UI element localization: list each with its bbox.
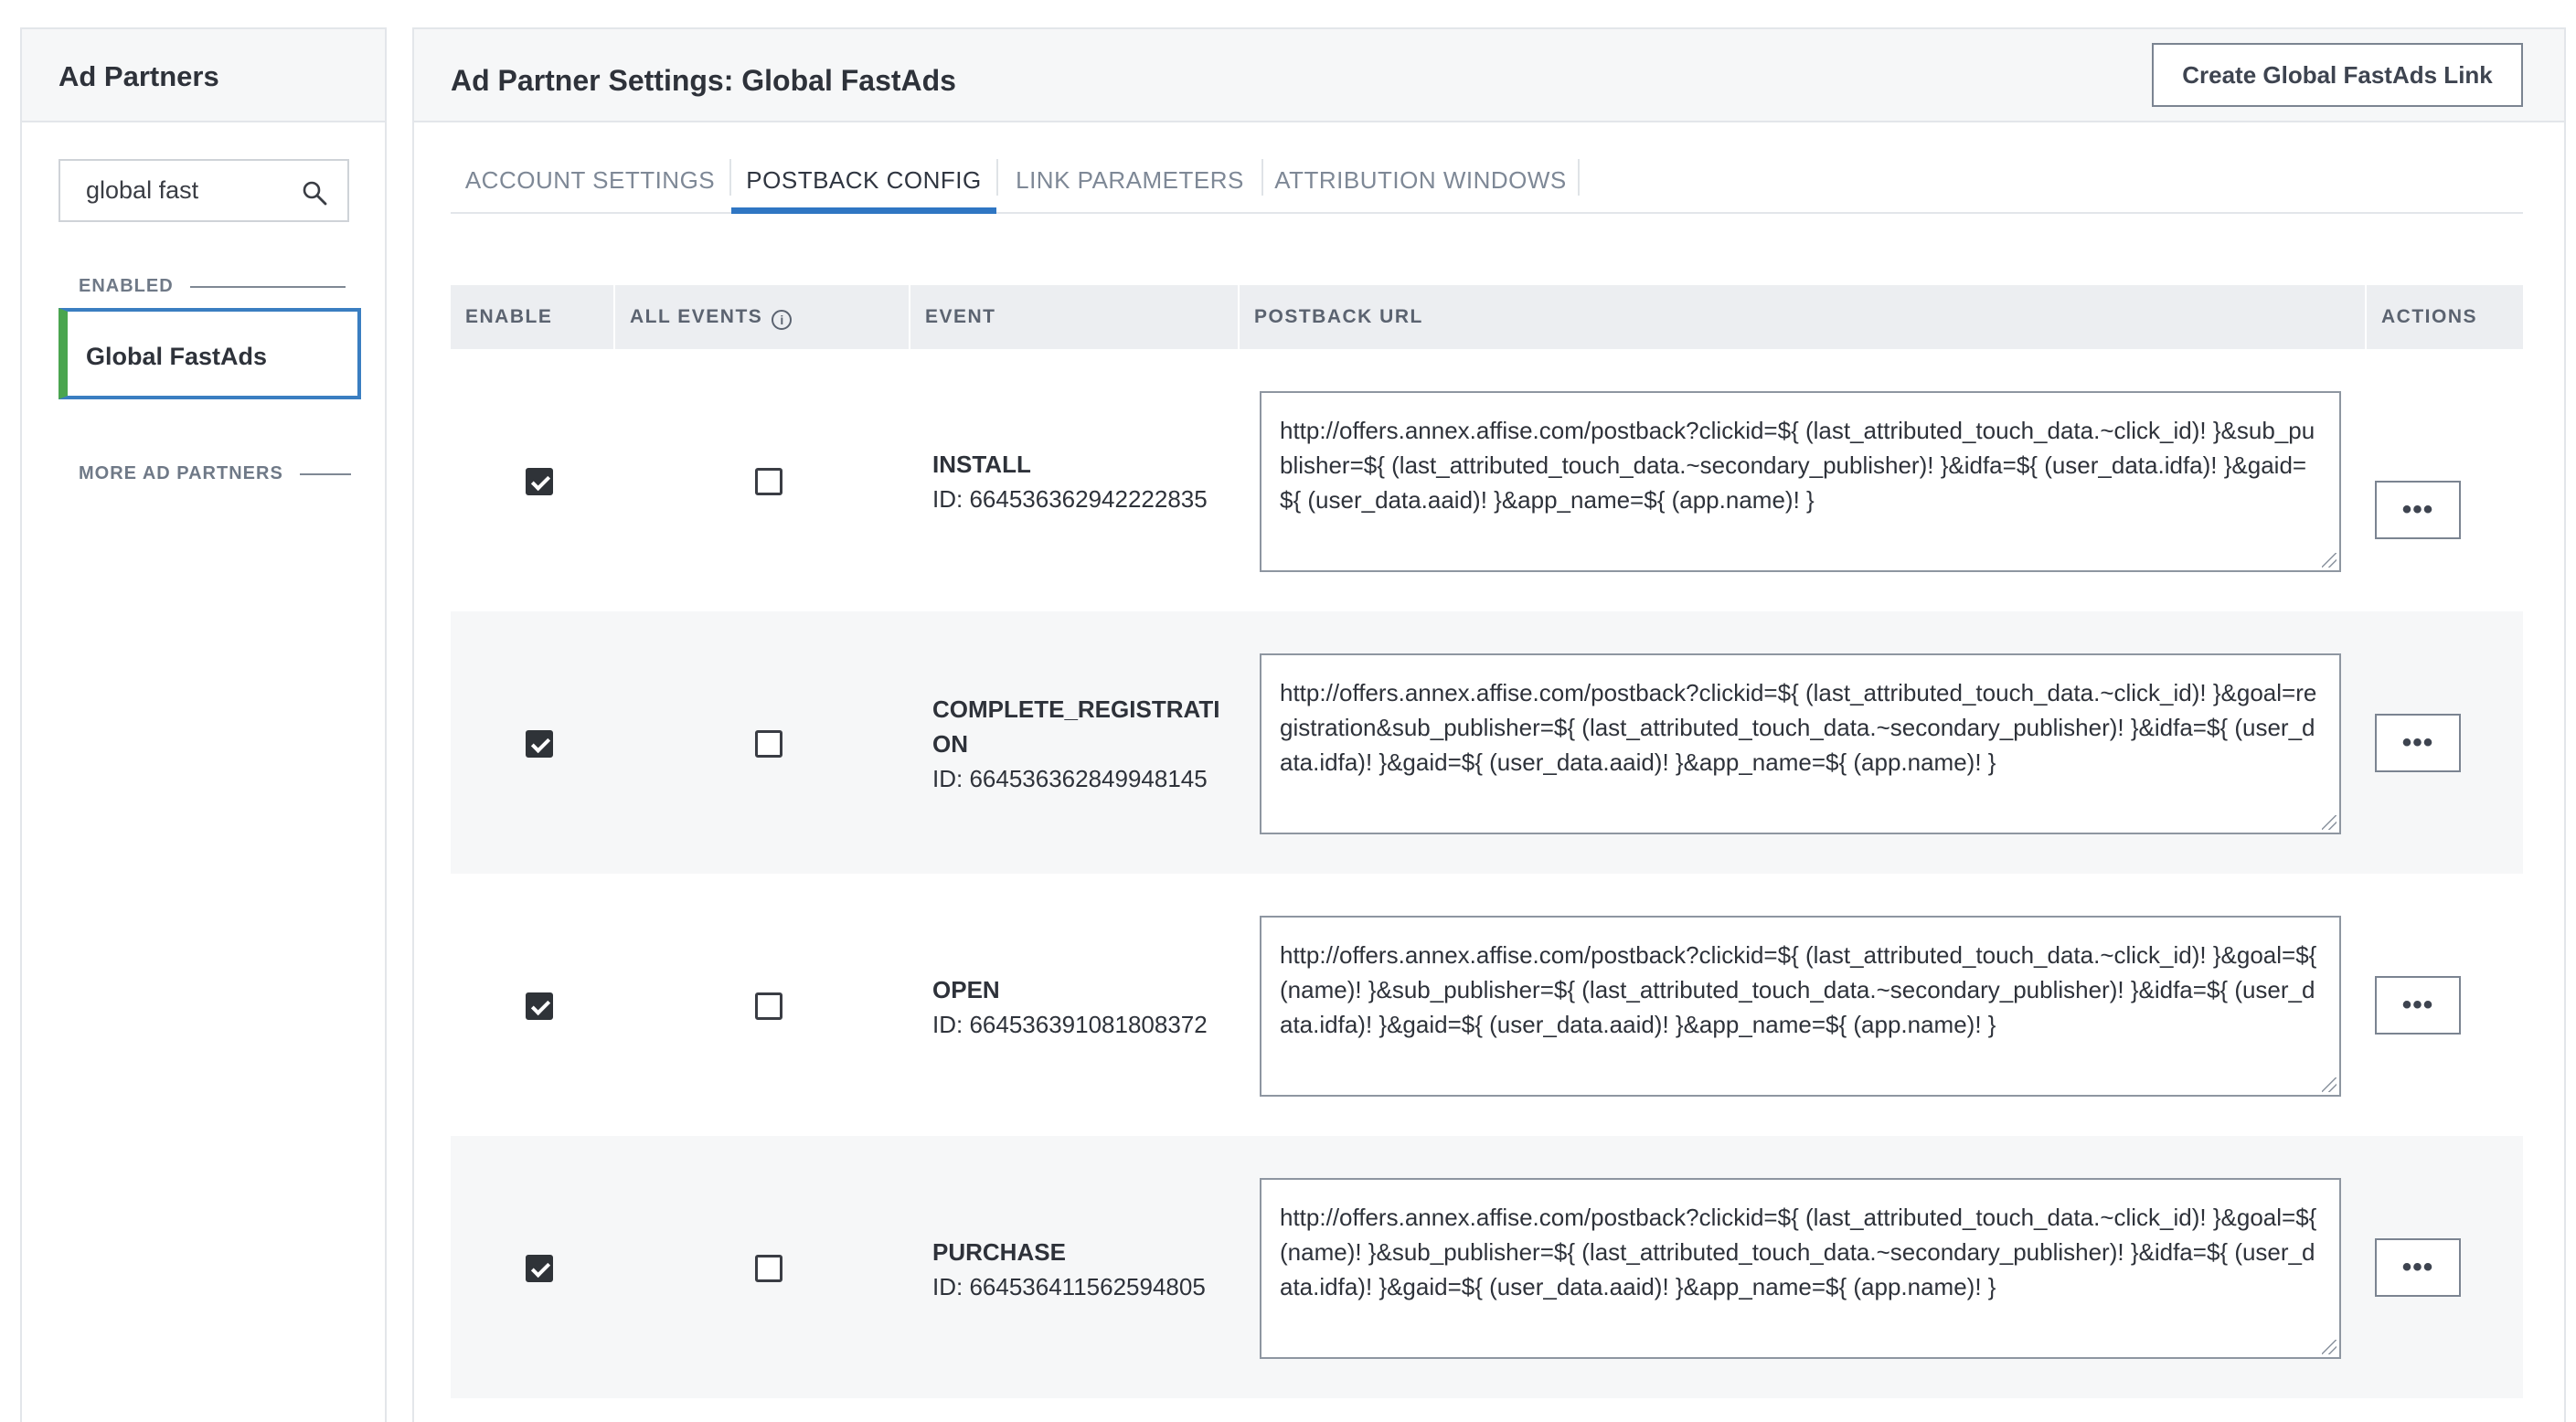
postback-url-field[interactable]: http://offers.annex.affise.com/postback?… [1260, 916, 2341, 1097]
table-row: COMPLETE_REGISTRATION ID: 66453636284994… [451, 611, 2523, 874]
postback-url-text[interactable]: http://offers.annex.affise.com/postback?… [1280, 417, 2315, 514]
partner-settings-panel: Ad Partner Settings: Global FastAds Crea… [412, 27, 2566, 1422]
column-header-label: POSTBACK URL [1254, 306, 1423, 327]
tab-divider [1578, 159, 1580, 196]
event-id: ID: 664536411562594805 [932, 1273, 1206, 1300]
column-header-postback-url: POSTBACK URL [1240, 285, 2367, 349]
event-id: ID: 664536362849948145 [932, 765, 1208, 792]
table-row: PURCHASE ID: 664536411562594805 http://o… [451, 1136, 2523, 1398]
postback-url-field[interactable]: http://offers.annex.affise.com/postback?… [1260, 1178, 2341, 1359]
resize-handle[interactable] [2322, 1340, 2336, 1354]
event-cell: INSTALL ID: 664536362942222835 [932, 447, 1234, 516]
postback-url-field[interactable]: http://offers.annex.affise.com/postback?… [1260, 653, 2341, 834]
postback-url-text[interactable]: http://offers.annex.affise.com/postback?… [1280, 1204, 2316, 1300]
search-input[interactable] [60, 161, 280, 220]
postback-url-text[interactable]: http://offers.annex.affise.com/postback?… [1280, 679, 2316, 776]
panel-header: Ad Partner Settings: Global FastAds Crea… [414, 29, 2564, 122]
event-id: ID: 664536391081808372 [932, 1011, 1208, 1038]
more-partners-section-label[interactable]: MORE AD PARTNERS [79, 463, 351, 484]
column-header-all-events: ALL EVENTS i [615, 285, 910, 349]
all-events-checkbox[interactable] [755, 730, 782, 758]
all-events-checkbox[interactable] [755, 468, 782, 495]
more-actions-button[interactable]: ••• [2375, 976, 2461, 1035]
more-actions-button[interactable]: ••• [2375, 714, 2461, 772]
divider [299, 472, 351, 475]
enable-checkbox[interactable] [526, 992, 553, 1020]
postback-url-text[interactable]: http://offers.annex.affise.com/postback?… [1280, 941, 2316, 1038]
event-cell: COMPLETE_REGISTRATION ID: 66453636284994… [932, 692, 1234, 796]
resize-handle[interactable] [2322, 815, 2336, 830]
page-title: Ad Partner Settings: Global FastAds [451, 64, 956, 97]
column-header-label: EVENT [925, 306, 996, 327]
search-icon[interactable] [302, 180, 327, 206]
ad-partners-sidebar: Ad Partners ENABLED Global FastAds MORE … [20, 27, 387, 1422]
all-events-checkbox[interactable] [755, 992, 782, 1020]
partner-search[interactable] [59, 159, 349, 222]
enabled-section-label: ENABLED [79, 276, 346, 297]
column-header-label: ACTIONS [2381, 306, 2477, 327]
event-name: PURCHASE [932, 1238, 1066, 1266]
tab-attribution-windows[interactable]: ATTRIBUTION WINDOWS [1263, 141, 1578, 214]
event-cell: OPEN ID: 664536391081808372 [932, 972, 1234, 1042]
create-link-button[interactable]: Create Global FastAds Link [2152, 43, 2523, 107]
more-actions-button[interactable]: ••• [2375, 1238, 2461, 1297]
column-header-label: ENABLE [465, 306, 553, 327]
more-partners-label[interactable]: MORE AD PARTNERS [79, 463, 283, 484]
table-row: OPEN ID: 664536391081808372 http://offer… [451, 874, 2523, 1136]
column-header-event: EVENT [910, 285, 1240, 349]
partner-item-label: Global FastAds [86, 343, 268, 370]
enabled-label: ENABLED [79, 276, 174, 296]
more-actions-button[interactable]: ••• [2375, 481, 2461, 539]
column-header-actions: ACTIONS [2367, 285, 2523, 349]
tab-link-parameters[interactable]: LINK PARAMETERS [998, 141, 1261, 214]
event-name: OPEN [932, 976, 1000, 1003]
column-header-enable: ENABLE [451, 285, 615, 349]
event-cell: PURCHASE ID: 664536411562594805 [932, 1235, 1234, 1304]
sidebar-title: Ad Partners [22, 29, 385, 122]
postback-table-header: ENABLE ALL EVENTS i EVENT POSTBACK URL AC… [451, 285, 2523, 349]
info-icon[interactable]: i [772, 310, 793, 330]
event-id: ID: 664536362942222835 [932, 485, 1208, 513]
table-row: INSTALL ID: 664536362942222835 http://of… [451, 349, 2523, 611]
enable-checkbox[interactable] [526, 1255, 553, 1282]
all-events-checkbox[interactable] [755, 1255, 782, 1282]
resize-handle[interactable] [2322, 1077, 2336, 1092]
tab-account-settings[interactable]: ACCOUNT SETTINGS [451, 141, 729, 214]
postback-url-field[interactable]: http://offers.annex.affise.com/postback?… [1260, 391, 2341, 572]
enable-checkbox[interactable] [526, 468, 553, 495]
divider [189, 285, 346, 288]
column-header-label: ALL EVENTS [630, 306, 763, 327]
enable-checkbox[interactable] [526, 730, 553, 758]
resize-handle[interactable] [2322, 553, 2336, 568]
settings-tabs: ACCOUNT SETTINGS POSTBACK CONFIG LINK PA… [451, 141, 2523, 214]
event-name: COMPLETE_REGISTRATION [932, 695, 1220, 758]
event-name: INSTALL [932, 451, 1031, 478]
partner-item-global-fastads[interactable]: Global FastAds [59, 308, 361, 399]
tab-postback-config[interactable]: POSTBACK CONFIG [731, 141, 996, 214]
